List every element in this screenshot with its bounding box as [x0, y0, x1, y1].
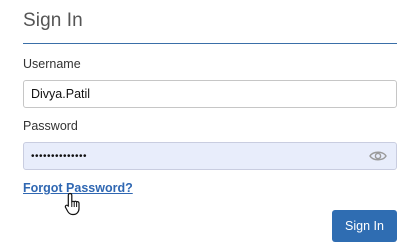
username-label: Username [23, 57, 81, 71]
hand-pointer-icon [64, 192, 80, 216]
page-title: Sign In [23, 10, 83, 31]
sign-in-button[interactable]: Sign In [332, 210, 397, 242]
title-divider [23, 43, 397, 44]
username-field-container [23, 80, 397, 108]
eye-icon[interactable] [369, 149, 387, 163]
password-input[interactable] [24, 143, 371, 169]
username-input[interactable] [24, 81, 371, 107]
password-field-container [23, 142, 397, 170]
password-label: Password [23, 119, 78, 133]
